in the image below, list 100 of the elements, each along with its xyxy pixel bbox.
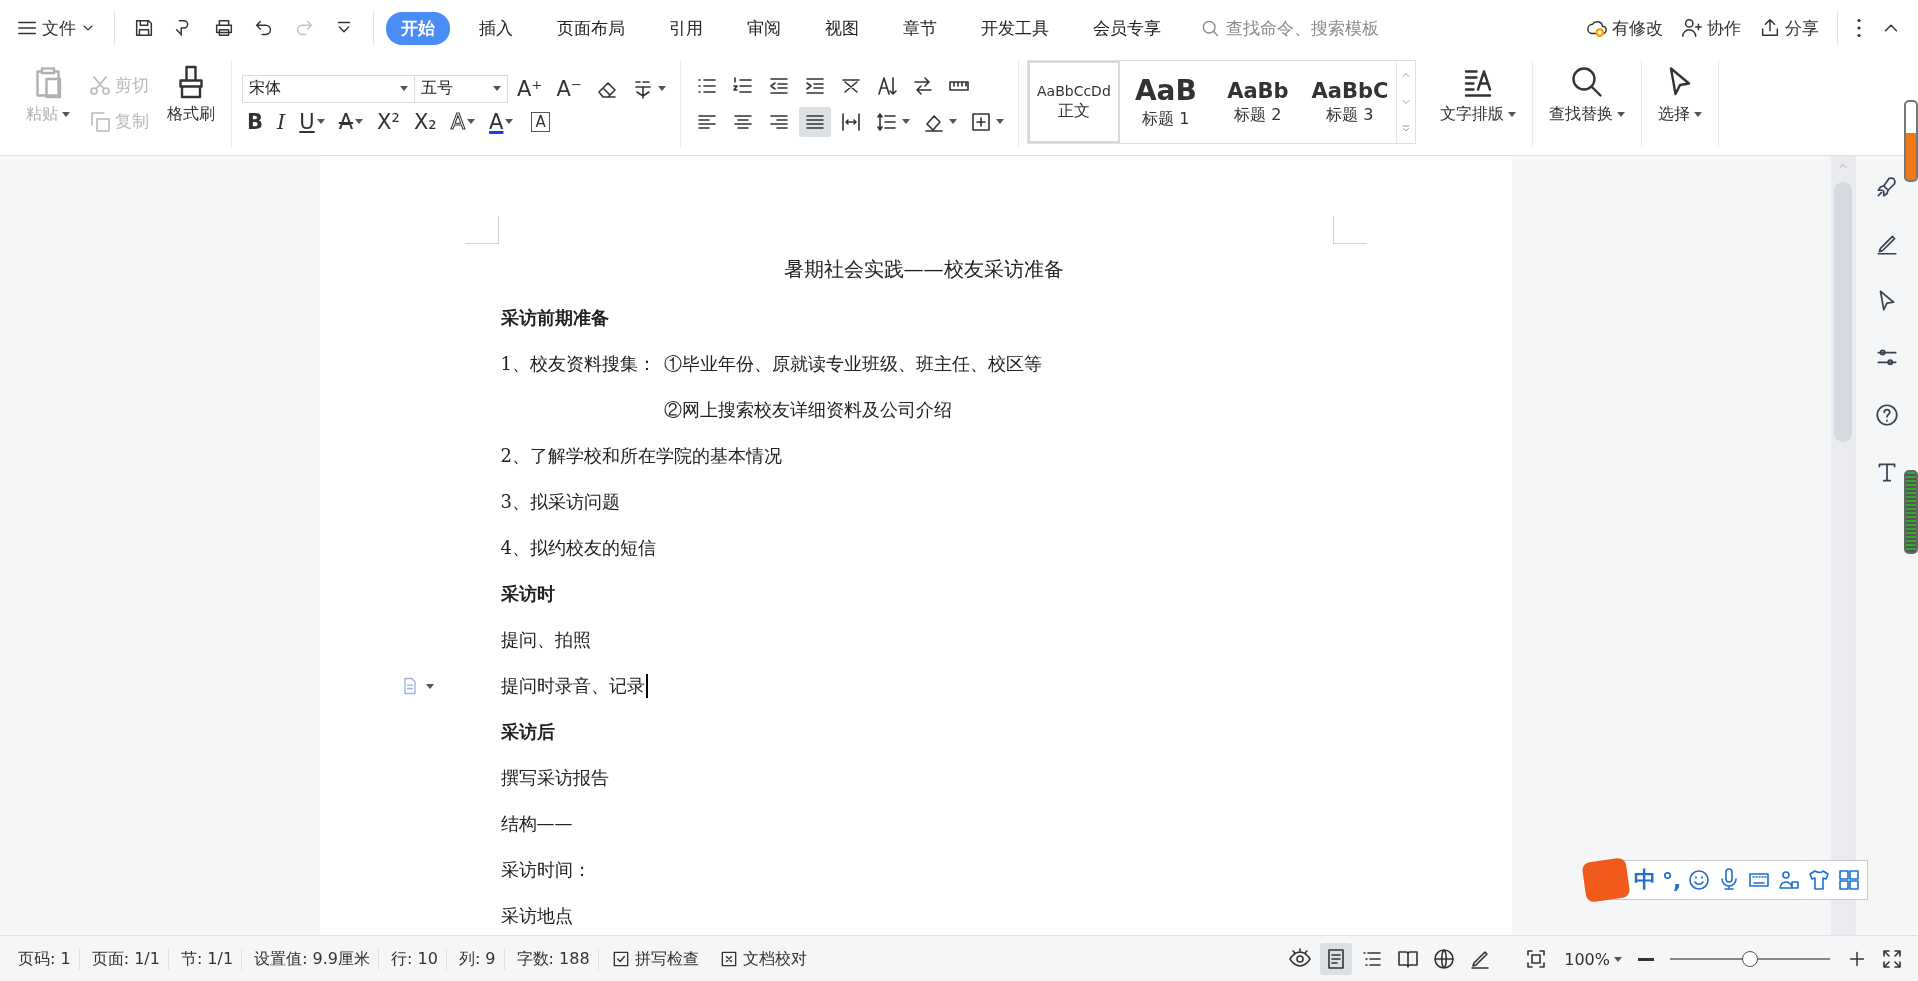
- caret-icon: [901, 119, 910, 124]
- minus-icon: [1638, 957, 1654, 961]
- collab-button[interactable]: 协作: [1675, 12, 1747, 44]
- caret-icon: [493, 86, 501, 91]
- paragraph: 提问、拍照: [500, 628, 591, 652]
- scrollbar[interactable]: [1831, 156, 1855, 935]
- more-icon: [1856, 18, 1862, 38]
- font-size-step-button[interactable]: A⁻: [551, 76, 587, 101]
- status-field: 字数: 188: [508, 948, 599, 970]
- person-icon: [1777, 868, 1802, 892]
- status-field: 列: 9: [450, 948, 505, 970]
- print-icon: [213, 17, 235, 39]
- plain-button[interactable]: X²: [372, 109, 405, 134]
- ime-logo: [1581, 857, 1631, 903]
- italic-button[interactable]: I: [272, 109, 291, 134]
- select-button[interactable]: 选择: [1651, 60, 1708, 147]
- ribbon-tab[interactable]: 引用: [654, 11, 718, 45]
- caret-icon: [505, 119, 514, 124]
- caret-icon: [1507, 112, 1516, 117]
- spell-button[interactable]: 拼写检查: [602, 946, 707, 972]
- status-field: 行: 10: [383, 948, 447, 970]
- section-heading: 采访后: [500, 720, 555, 744]
- ribbon-tab[interactable]: 审阅: [732, 11, 796, 45]
- caret-icon: [995, 119, 1004, 124]
- page-view-button[interactable]: [1320, 943, 1353, 975]
- style-preset[interactable]: AaBb 标题 2: [1211, 61, 1304, 143]
- caret-icon: [467, 119, 476, 124]
- paragraph: 4、拟约校友的短信: [500, 536, 656, 560]
- font-size-field[interactable]: 五号: [414, 74, 508, 103]
- caret-icon: [1616, 112, 1625, 117]
- paragraph: 采访地点: [500, 904, 573, 928]
- layout-button[interactable]: 文字排版: [1433, 60, 1522, 147]
- section-heading: 采访时: [500, 582, 555, 606]
- ribbon-tab[interactable]: 会员专享: [1078, 11, 1176, 45]
- file-menu[interactable]: 文件: [10, 12, 102, 44]
- margin-corner-mark: [1332, 216, 1367, 244]
- caret-icon: [316, 119, 325, 124]
- style-preset[interactable]: AaBbCcDd 正文: [1027, 61, 1120, 143]
- document-title: 暑期社会实践——校友采访准备: [782, 256, 1065, 283]
- paragraph: 3、拟采访问题: [500, 490, 620, 514]
- caret-icon: [355, 119, 364, 124]
- ime-mode[interactable]: 中: [1634, 865, 1656, 895]
- share-button[interactable]: 分享: [1753, 12, 1825, 44]
- strike-button[interactable]: A: [333, 109, 369, 134]
- save-icon: [133, 17, 155, 39]
- cloud-button[interactable]: 有修改: [1580, 12, 1669, 44]
- color-button[interactable]: A: [484, 109, 519, 134]
- paragraph-label: 1、校友资料搜集：: [500, 352, 657, 376]
- globe-icon: [1432, 947, 1457, 971]
- punctuation-mode[interactable]: °,: [1662, 867, 1682, 893]
- ribbon-tab[interactable]: 插入: [464, 11, 528, 45]
- ribbon-tab[interactable]: 开发工具: [966, 11, 1064, 45]
- proof-button[interactable]: 文档校对: [710, 946, 815, 972]
- side-handle[interactable]: [1904, 100, 1918, 182]
- ribbon-tab[interactable]: 视图: [810, 11, 874, 45]
- caret-icon: [657, 86, 666, 91]
- smile-icon: [1687, 868, 1712, 892]
- caret-icon: [425, 683, 434, 689]
- style-preset[interactable]: AaBbC 标题 3: [1303, 61, 1396, 143]
- bold-button[interactable]: B: [242, 109, 268, 134]
- status-field: 设置值: 9.9厘米: [246, 948, 380, 970]
- zoom-thumb[interactable]: [1742, 951, 1758, 967]
- share-icon: [1759, 17, 1781, 39]
- caret-icon: [1614, 956, 1622, 962]
- search-field[interactable]: 查找命令、搜索模板: [1200, 17, 1430, 39]
- status-field: 页面: 1/1: [83, 948, 169, 970]
- status-field: 节: 1/1: [172, 948, 243, 970]
- paragraph: 结构——: [500, 812, 573, 836]
- margin-corner-mark: [464, 216, 499, 244]
- caret-icon: [1693, 112, 1702, 117]
- fullscreen-icon: [1880, 947, 1904, 971]
- paragraph: 提问时录音、记录: [500, 674, 645, 698]
- caret-icon: [948, 119, 957, 124]
- paragraph: ②网上搜索校友详细资料及公司介绍: [663, 398, 952, 422]
- zoom-menu[interactable]: 100%: [1556, 947, 1630, 971]
- justify-button[interactable]: [798, 106, 831, 137]
- ribbon-tab[interactable]: 章节: [888, 11, 952, 45]
- caret-icon: [62, 112, 70, 117]
- grid-icon: [1837, 868, 1862, 892]
- copy-icon: [88, 109, 112, 134]
- paragraph: 2、了解学校和所在学院的基本情况: [500, 444, 782, 468]
- underline-button[interactable]: U: [294, 109, 330, 134]
- ribbon-tab[interactable]: 页面布局: [542, 11, 640, 45]
- status-field: 页码: 1: [10, 948, 80, 970]
- caret-icon: [400, 86, 408, 91]
- section-heading: 采访前期准备: [500, 306, 609, 330]
- search-icon: [1200, 18, 1220, 38]
- plain-button[interactable]: X₂: [408, 109, 442, 134]
- cut-icon: [88, 73, 112, 98]
- style-preset[interactable]: AaB 标题 1: [1119, 61, 1212, 143]
- find-button[interactable]: 查找替换: [1542, 60, 1631, 147]
- format-painter-button[interactable]: 格式刷: [161, 60, 221, 147]
- paragraph: ①毕业年份、原就读专业班级、班主任、校区等: [663, 352, 1042, 376]
- paragraph: 撰写采访报告: [500, 766, 609, 790]
- font-size-step-button[interactable]: A⁺: [512, 76, 548, 101]
- collab-icon: [1681, 17, 1703, 39]
- font-name-field[interactable]: 宋体: [242, 74, 415, 103]
- help-icon: [1874, 402, 1900, 428]
- paragraph: 采访时间：: [500, 858, 591, 882]
- shirt-icon: [1807, 868, 1832, 892]
